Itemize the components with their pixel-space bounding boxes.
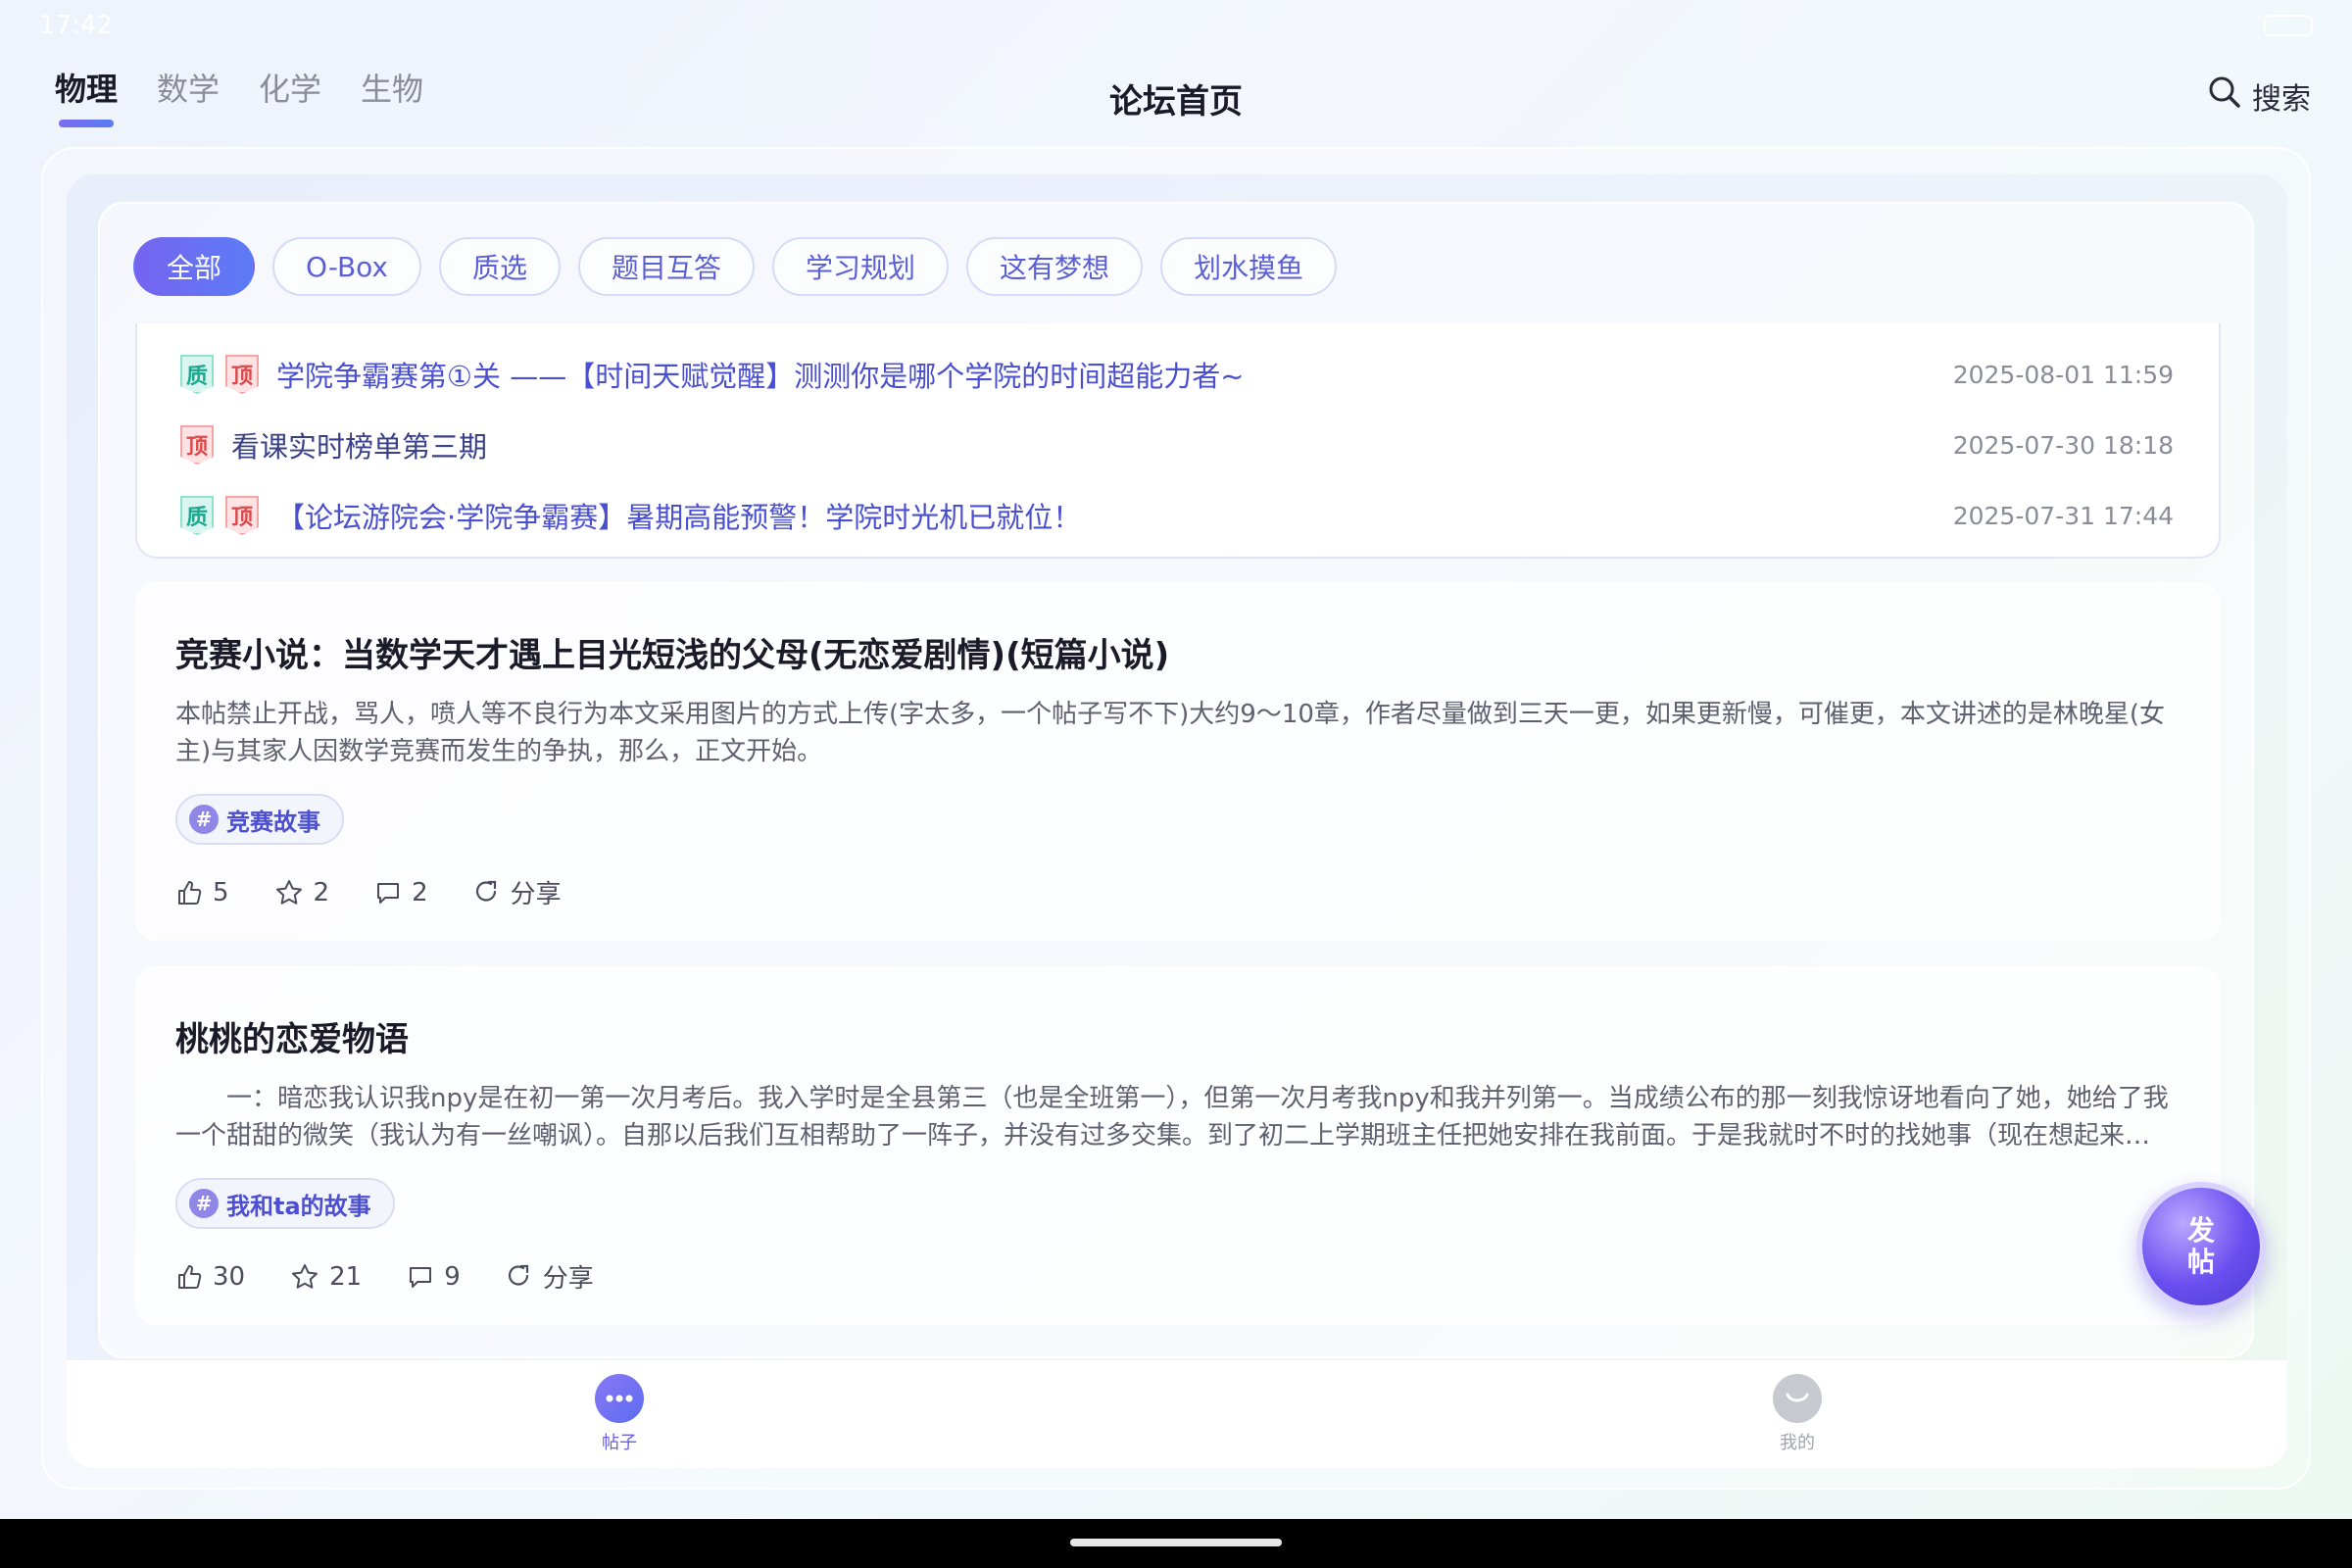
like-count: 5 — [213, 877, 229, 907]
favorite-count: 2 — [313, 877, 330, 907]
category-chip-dreams[interactable]: 这有梦想 — [966, 237, 1144, 296]
comment-button[interactable]: 2 — [374, 874, 428, 910]
quality-badge: 质 — [180, 355, 214, 394]
pinned-post-title[interactable]: 看课实时榜单第三期 — [231, 424, 1953, 466]
battery-icon — [2264, 15, 2313, 36]
share-label: 分享 — [542, 1264, 594, 1294]
profile-icon — [1773, 1374, 1822, 1423]
status-time: 17:42 — [39, 11, 113, 40]
category-filter: 全部 O-Box 质选 题目互答 学习规划 这有梦想 划水摸鱼 — [133, 237, 1338, 296]
post-excerpt: 本帖禁止开战，骂人，喷人等不良行为本文采用图片的方式上传(字太多，一个帖子写不下… — [175, 700, 2166, 766]
hash-icon: # — [189, 1189, 219, 1218]
post-title[interactable]: 桃桃的恋爱物语 — [175, 1012, 2180, 1060]
category-chip-chill[interactable]: 划水摸鱼 — [1160, 237, 1338, 296]
category-chip-all[interactable]: 全部 — [133, 237, 256, 296]
hash-icon: # — [189, 805, 219, 834]
thumbs-up-icon — [178, 880, 202, 905]
pinned-post-row[interactable]: 质 顶 【论坛游院会·学院争霸赛】暑期高能预警！学院时光机已就位！ 2025-0… — [180, 480, 2174, 551]
nav-mine-label: 我的 — [1780, 1433, 1815, 1453]
star-icon — [292, 1263, 318, 1289]
bottom-nav: 帖子 我的 — [67, 1360, 2287, 1468]
category-chip-planning[interactable]: 学习规划 — [772, 237, 950, 296]
search-icon — [2207, 74, 2242, 118]
quality-badge: 质 — [180, 496, 214, 535]
share-button[interactable]: 分享 — [473, 874, 562, 910]
category-chip-qa[interactable]: 题目互答 — [578, 237, 756, 296]
pinned-post-date: 2025-08-01 11:59 — [1952, 360, 2174, 389]
search-label: 搜索 — [2252, 82, 2311, 117]
post-card[interactable]: 桃桃的恋爱物语 一：暗恋我认识我npy是在初一第一次月考后。我入学时是全县第三（… — [135, 966, 2221, 1325]
favorite-button[interactable]: 21 — [290, 1258, 362, 1295]
post-topic-tag[interactable]: # 竞赛故事 — [175, 794, 344, 845]
comment-icon — [410, 1266, 432, 1288]
nav-posts-label: 帖子 — [602, 1433, 637, 1453]
post-topic-label: 竞赛故事 — [226, 808, 320, 836]
nav-posts[interactable]: 帖子 — [561, 1374, 678, 1454]
pinned-post-title[interactable]: 学院争霸赛第①关 ——【时间天赋觉醒】测测你是哪个学院的时间超能力者~ — [276, 354, 1953, 395]
category-chip-quality[interactable]: 质选 — [439, 237, 562, 296]
pinned-posts: 质 顶 学院争霸赛第①关 ——【时间天赋觉醒】测测你是哪个学院的时间超能力者~ … — [135, 323, 2221, 559]
top-badge: 顶 — [225, 355, 259, 394]
pinned-post-row[interactable]: 顶 看课实时榜单第三期 2025-07-30 18:18 — [180, 410, 2174, 480]
post-actions: 30 21 9 分享 — [175, 1258, 2180, 1295]
comment-button[interactable]: 9 — [407, 1258, 461, 1295]
category-chip-obox[interactable]: O-Box — [272, 237, 421, 296]
favorite-count: 21 — [329, 1261, 363, 1292]
share-icon — [508, 1264, 528, 1286]
status-bar: 17:42 — [39, 8, 2313, 43]
post-excerpt: 一：暗恋我认识我npy是在初一第一次月考后。我入学时是全县第三（也是全班第一），… — [175, 1084, 2169, 1151]
post-topic-tag[interactable]: # 我和ta的故事 — [175, 1178, 395, 1229]
pinned-post-date: 2025-07-30 18:18 — [1952, 430, 2174, 460]
like-button[interactable]: 5 — [175, 874, 229, 910]
like-count: 30 — [213, 1261, 246, 1292]
pinned-post-title[interactable]: 【论坛游院会·学院争霸赛】暑期高能预警！学院时光机已就位！ — [276, 495, 1953, 536]
post-card[interactable]: 竞赛小说：当数学天才遇上目光短浅的父母(无恋爱剧情)(短篇小说) 本帖禁止开战，… — [135, 582, 2221, 941]
thumbs-up-icon — [178, 1264, 202, 1289]
chat-bubble-icon — [595, 1374, 644, 1423]
comment-count: 2 — [412, 877, 428, 907]
comment-icon — [377, 882, 400, 904]
post-topic-label: 我和ta的故事 — [226, 1192, 371, 1220]
post-title[interactable]: 竞赛小说：当数学天才遇上目光短浅的父母(无恋爱剧情)(短篇小说) — [175, 628, 2180, 676]
home-indicator[interactable] — [1070, 1539, 1282, 1546]
post-actions: 5 2 2 分享 — [175, 874, 2180, 910]
top-badge: 顶 — [225, 496, 259, 535]
feed-panel: 全部 O-Box 质选 题目互答 学习规划 这有梦想 划水摸鱼 质 顶 学院争霸… — [98, 202, 2254, 1358]
star-icon — [275, 879, 302, 905]
pinned-post-date: 2025-07-31 17:44 — [1952, 501, 2174, 530]
share-icon — [475, 880, 496, 902]
new-post-button[interactable]: 发 帖 — [2136, 1182, 2266, 1311]
favorite-button[interactable]: 2 — [274, 874, 330, 910]
page-title: 论坛首页 — [1109, 82, 1243, 122]
pinned-post-row[interactable]: 质 顶 学院争霸赛第①关 ——【时间天赋觉醒】测测你是哪个学院的时间超能力者~ … — [180, 339, 2174, 410]
like-button[interactable]: 30 — [175, 1258, 245, 1295]
comment-count: 9 — [444, 1261, 461, 1292]
search-button[interactable]: 搜索 — [2207, 74, 2311, 118]
new-post-label: 发 帖 — [2186, 1214, 2215, 1278]
top-badge: 顶 — [180, 425, 214, 465]
share-label: 分享 — [510, 880, 562, 909]
share-button[interactable]: 分享 — [506, 1258, 594, 1295]
nav-mine[interactable]: 我的 — [1739, 1374, 1856, 1454]
